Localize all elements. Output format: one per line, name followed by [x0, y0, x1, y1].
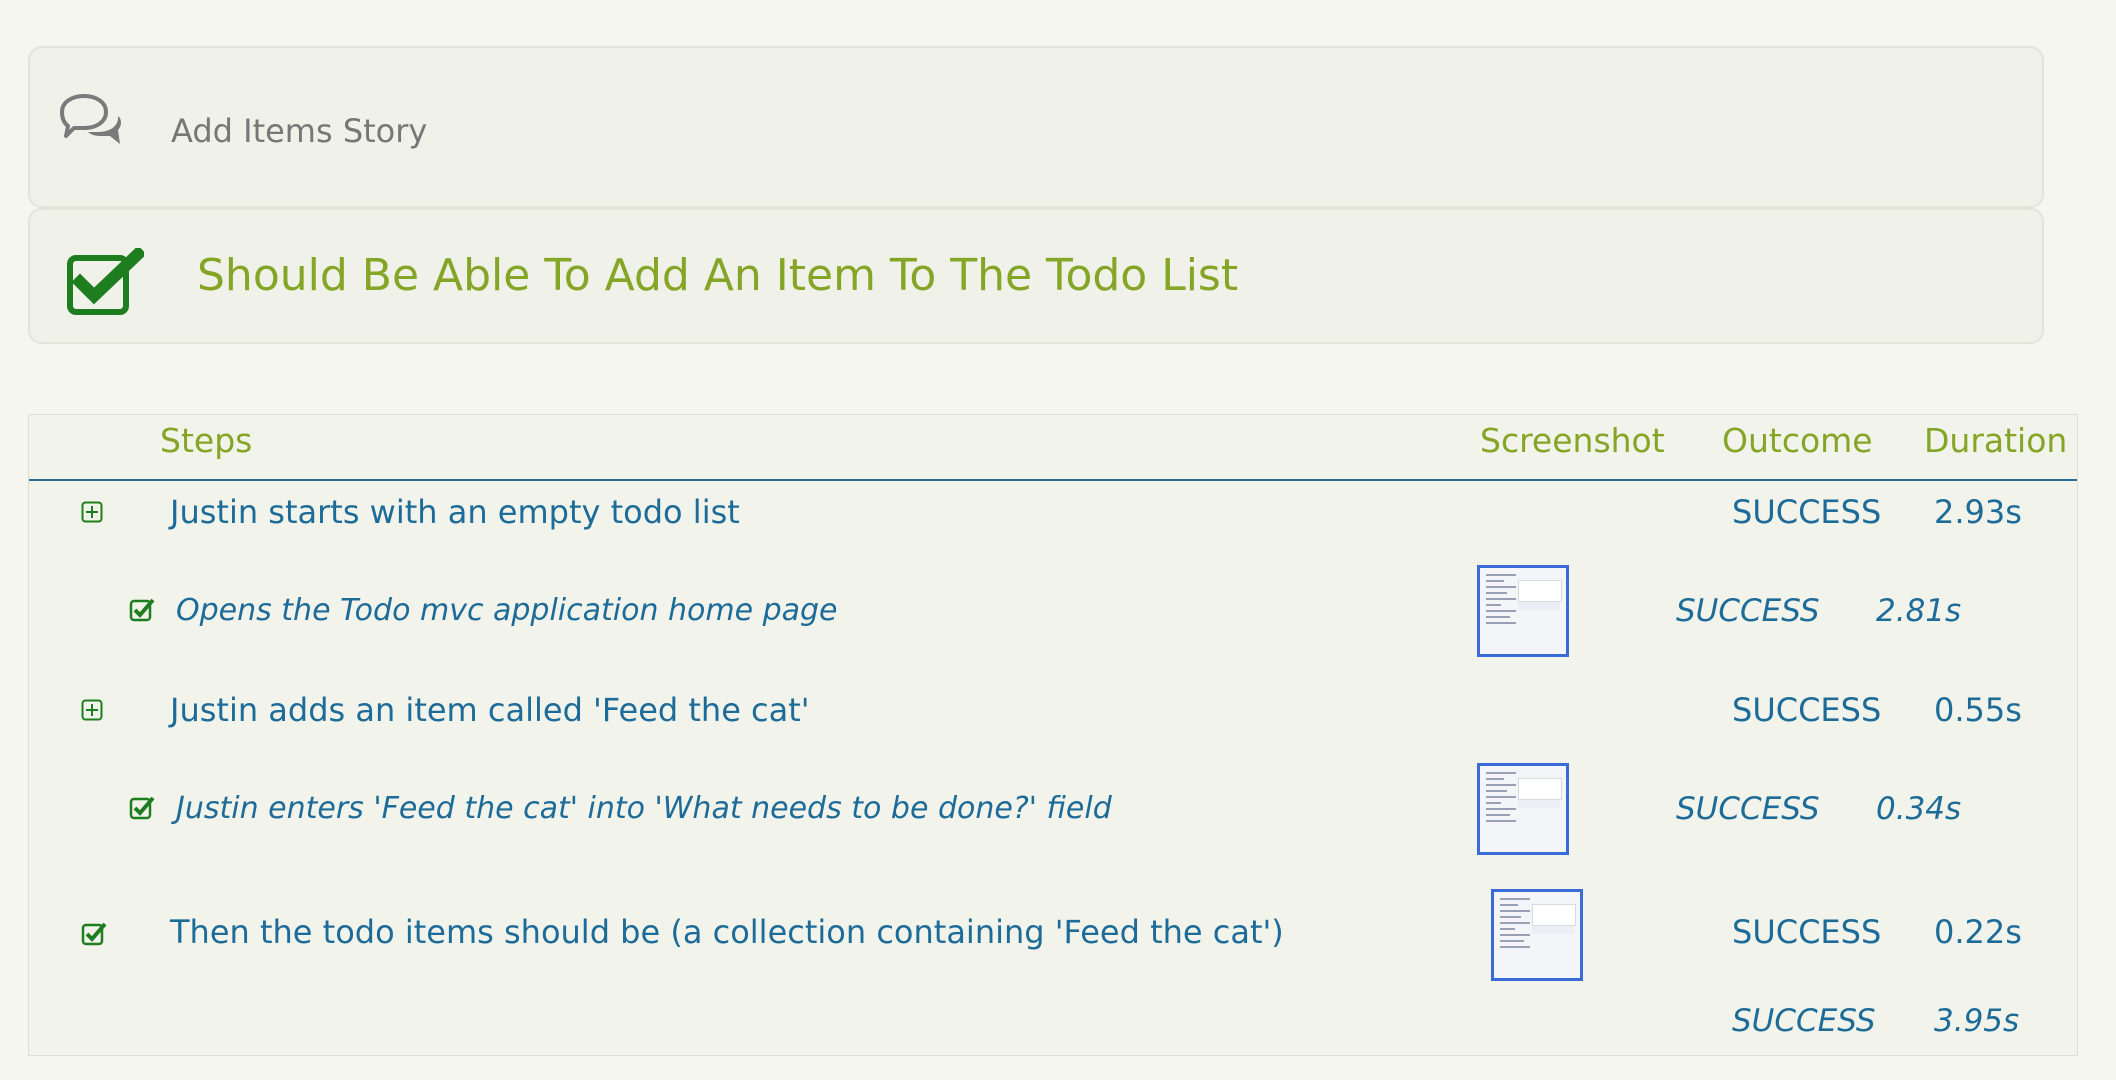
step-label[interactable]: Justin enters 'Feed the cat' into 'What … — [176, 791, 1112, 826]
scenario-panel: Should Be Able To Add An Item To The Tod… — [28, 208, 2044, 344]
step-duration: 2.81s — [1876, 593, 1962, 629]
header-steps: Steps — [160, 421, 253, 460]
step-duration: 0.55s — [1934, 691, 2022, 729]
step-duration: 2.93s — [1934, 493, 2022, 531]
story-panel: Add Items Story — [28, 46, 2044, 208]
story-title: Add Items Story — [171, 112, 428, 150]
step-duration: 0.34s — [1876, 791, 1962, 827]
screenshot-thumbnail[interactable] — [1477, 565, 1569, 657]
speech-bubbles-icon — [60, 94, 121, 144]
success-check-icon — [129, 796, 155, 820]
step-label[interactable]: Then the todo items should be (a collect… — [170, 913, 1284, 951]
expand-plus-icon[interactable] — [81, 501, 103, 523]
header-outcome: Outcome — [1722, 421, 1873, 460]
steps-table: Steps Screenshot Outcome Duration Justin… — [28, 414, 2078, 1056]
step-outcome: SUCCESS — [1676, 791, 1820, 827]
header-screenshot: Screenshot — [1480, 421, 1665, 460]
step-duration: 0.22s — [1934, 913, 2022, 951]
total-duration: 3.95s — [1934, 1003, 2020, 1039]
step-outcome: SUCCESS — [1732, 913, 1882, 951]
success-check-icon — [81, 922, 107, 946]
checked-box-icon — [67, 248, 144, 315]
step-label[interactable]: Justin adds an item called 'Feed the cat… — [170, 691, 810, 729]
step-label[interactable]: Opens the Todo mvc application home page — [176, 593, 838, 628]
step-outcome: SUCCESS — [1732, 493, 1882, 531]
scenario-title: Should Be Able To Add An Item To The Tod… — [197, 250, 1239, 301]
screenshot-thumbnail[interactable] — [1477, 763, 1569, 855]
step-outcome: SUCCESS — [1676, 593, 1820, 629]
header-duration: Duration — [1924, 421, 2068, 460]
success-check-icon — [129, 598, 155, 622]
expand-plus-icon[interactable] — [81, 699, 103, 721]
step-outcome: SUCCESS — [1732, 691, 1882, 729]
step-label[interactable]: Justin starts with an empty todo list — [170, 493, 740, 531]
total-outcome: SUCCESS — [1732, 1003, 1876, 1039]
screenshot-thumbnail[interactable] — [1491, 889, 1583, 981]
header-divider — [29, 479, 2077, 481]
